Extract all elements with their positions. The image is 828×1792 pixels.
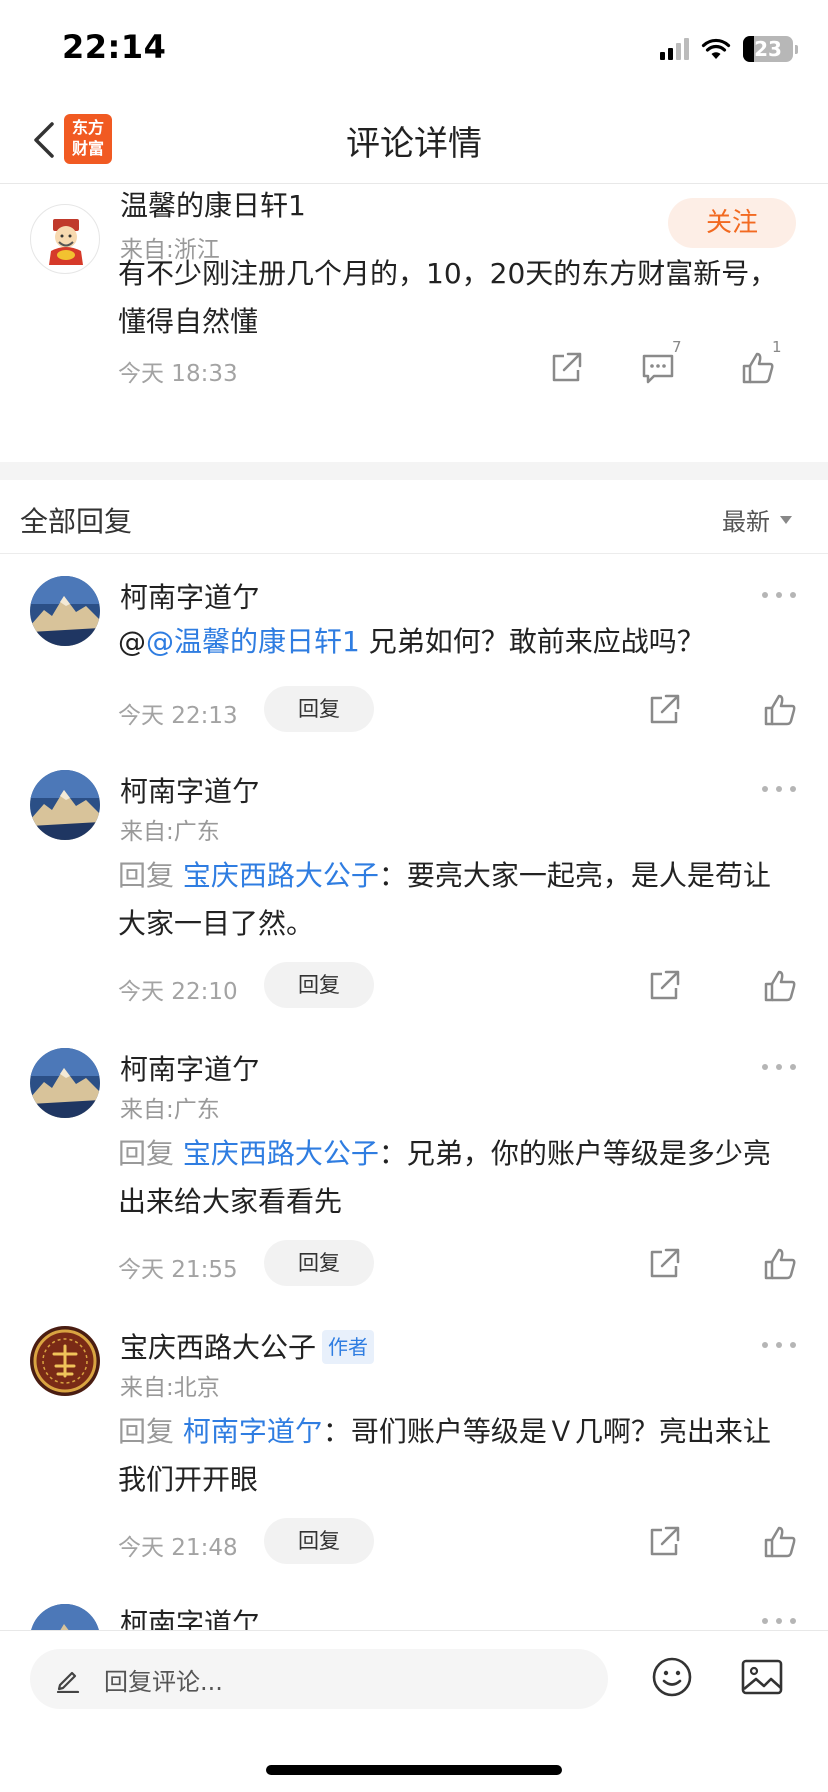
- mountain-avatar-icon: [30, 576, 100, 646]
- input-placeholder: 回复评论...: [104, 1667, 223, 1696]
- avatar[interactable]: [30, 770, 100, 840]
- avatar[interactable]: [30, 1326, 100, 1396]
- share-icon[interactable]: [646, 692, 682, 728]
- emblem-avatar-icon: [30, 1326, 100, 1396]
- reply-location: 来自:北京: [120, 1375, 220, 1401]
- reply-item: 柯南字道亇: [0, 1584, 828, 1630]
- reply-item: 宝庆西路大公子 作者 来自:北京 回复 柯南字道亇：哥们账户等级是Ｖ几啊？亮出来让…: [0, 1306, 828, 1576]
- emoji-icon[interactable]: [650, 1655, 694, 1699]
- page-title: 评论详情: [346, 124, 482, 164]
- replies-title: 全部回复: [20, 505, 133, 538]
- image-icon[interactable]: [740, 1657, 784, 1697]
- cellular-signal-icon: [660, 38, 689, 60]
- like-icon[interactable]: [762, 1524, 798, 1560]
- reply-author[interactable]: 柯南字道亇: [120, 576, 260, 616]
- reply-author: 宝庆西路大公子 作者: [120, 1326, 375, 1366]
- follow-button[interactable]: 关注: [668, 198, 796, 248]
- comment-time: 今天 18:33: [118, 361, 238, 387]
- pencil-icon: [56, 1671, 80, 1693]
- status-icons: 23: [660, 34, 798, 64]
- reply-item: 柯南字道亇 来自:广东 回复 宝庆西路大公子：兄弟，你的账户等级是多少亮出来给大…: [0, 1028, 828, 1298]
- replies-header: 全部回复 最新: [0, 480, 828, 554]
- caret-down-icon: [780, 515, 792, 524]
- mountain-avatar-icon: [30, 1048, 100, 1118]
- reply-author[interactable]: 柯南字道亇: [120, 770, 260, 810]
- avatar[interactable]: [30, 1048, 100, 1118]
- reply-target-link[interactable]: 宝庆西路大公子: [183, 859, 379, 892]
- reply-item: 柯南字道亇 来自:广东 回复 宝庆西路大公子：要亮大家一起亮，是人是苟让大家一目…: [0, 750, 828, 1020]
- reply-button[interactable]: 回复: [264, 1518, 374, 1564]
- like-icon[interactable]: [762, 1246, 798, 1282]
- main-comment: 温馨的康日轩1 来自:浙江 关注 有不少刚注册几个月的，10，20天的东方财富新…: [0, 184, 828, 462]
- sort-dropdown[interactable]: 最新: [722, 502, 792, 537]
- comment-author[interactable]: 温馨的康日轩1: [120, 184, 306, 224]
- reply-text: 回复 宝庆西路大公子：兄弟，你的账户等级是多少亮出来给大家看看先: [118, 1130, 798, 1226]
- reply-location: 来自:广东: [120, 1097, 220, 1123]
- battery-icon: 23: [743, 36, 793, 62]
- avatar[interactable]: [30, 204, 100, 274]
- nav-bar: 东方 财富 评论详情: [0, 96, 828, 184]
- more-options-button[interactable]: [762, 1060, 796, 1074]
- share-icon[interactable]: [646, 1246, 682, 1282]
- reply-body: 兄弟如何？敢前来应战吗？: [359, 625, 705, 658]
- more-options-button[interactable]: [762, 588, 796, 602]
- mountain-avatar-icon: [30, 770, 100, 840]
- reply-time: 今天 22:10: [118, 979, 238, 1005]
- like-icon[interactable]: [762, 692, 798, 728]
- reply-button[interactable]: 回复: [264, 686, 374, 732]
- like-icon[interactable]: [762, 968, 798, 1004]
- reply-target-link[interactable]: 柯南字道亇: [183, 1415, 323, 1448]
- bottom-bar: 回复评论...: [0, 1630, 828, 1792]
- reply-text: 回复 宝庆西路大公子：要亮大家一起亮，是人是苟让大家一目了然。: [118, 852, 798, 948]
- like-count: 1: [772, 338, 782, 356]
- comment-icon[interactable]: [640, 350, 676, 386]
- reply-button[interactable]: 回复: [264, 1240, 374, 1286]
- battery-level: 23: [754, 37, 782, 61]
- reply-location: 来自:广东: [120, 819, 220, 845]
- author-badge: 作者: [322, 1330, 375, 1364]
- reply-time: 今天 22:13: [118, 703, 238, 729]
- status-bar: 22:14 23: [0, 0, 828, 96]
- reply-author-name[interactable]: 宝庆西路大公子: [120, 1331, 316, 1364]
- reply-comment-input[interactable]: 回复评论...: [30, 1649, 608, 1709]
- home-indicator: [266, 1765, 562, 1775]
- fortune-god-avatar-icon: [49, 219, 83, 265]
- reply-text: 回复 柯南字道亇：哥们账户等级是Ｖ几啊？亮出来让我们开开眼: [118, 1408, 798, 1504]
- status-time: 22:14: [62, 28, 167, 66]
- avatar[interactable]: [30, 576, 100, 646]
- reply-prefix: @: [118, 625, 146, 658]
- comment-text: 有不少刚注册几个月的，10，20天的东方财富新号，懂得自然懂: [118, 257, 778, 338]
- sort-label: 最新: [722, 508, 770, 536]
- reply-prefix: 回复: [118, 1415, 183, 1448]
- more-options-button[interactable]: [762, 1614, 796, 1628]
- share-icon[interactable]: [548, 350, 584, 386]
- reply-button[interactable]: 回复: [264, 962, 374, 1008]
- more-options-button[interactable]: [762, 1338, 796, 1352]
- mention-link[interactable]: @温馨的康日轩1: [146, 625, 360, 658]
- avatar[interactable]: [30, 1604, 100, 1630]
- reply-text: @@温馨的康日轩1 兄弟如何？敢前来应战吗？: [118, 618, 798, 666]
- wifi-icon: [701, 38, 731, 59]
- battery-cap: [795, 44, 798, 54]
- reply-author[interactable]: 柯南字道亇: [120, 1048, 260, 1088]
- reply-target-link[interactable]: 宝庆西路大公子: [183, 1137, 379, 1170]
- share-icon[interactable]: [646, 1524, 682, 1560]
- reply-prefix: 回复: [118, 1137, 183, 1170]
- reply-item: 柯南字道亇 @@温馨的康日轩1 兄弟如何？敢前来应战吗？ 今天 22:13 回复: [0, 556, 828, 742]
- reply-prefix: 回复: [118, 859, 183, 892]
- reply-time: 今天 21:55: [118, 1257, 238, 1283]
- section-divider: [0, 462, 828, 480]
- share-icon[interactable]: [646, 968, 682, 1004]
- more-options-button[interactable]: [762, 782, 796, 796]
- reply-time: 今天 21:48: [118, 1535, 238, 1561]
- like-icon[interactable]: [740, 350, 776, 386]
- reply-author[interactable]: 柯南字道亇: [120, 1602, 260, 1630]
- mountain-avatar-icon: [30, 1604, 100, 1630]
- comment-count: 7: [672, 338, 682, 356]
